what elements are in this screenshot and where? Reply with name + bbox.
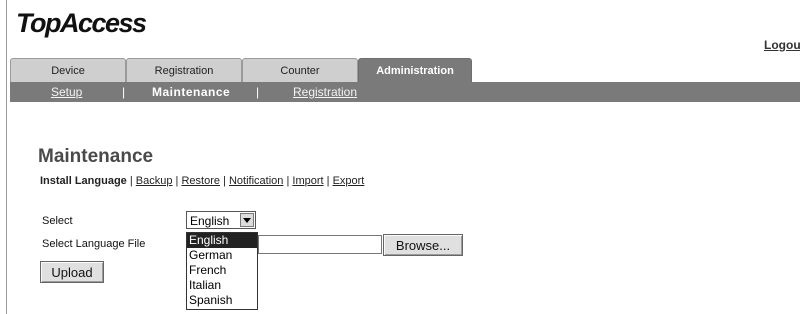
tab-administration[interactable]: Administration <box>358 58 472 82</box>
language-file-label: Select Language File <box>42 238 146 250</box>
topaccess-logo: TopAccess <box>16 8 147 38</box>
subnav-separator: | <box>256 85 260 99</box>
dropdown-option[interactable]: French <box>187 263 257 278</box>
tab-device[interactable]: Device <box>10 58 126 82</box>
dropdown-option[interactable]: Spanish <box>187 293 257 308</box>
page-border <box>6 0 7 314</box>
subnav-maintenance[interactable]: Maintenance <box>152 85 230 99</box>
browse-button[interactable]: Browse... <box>383 234 463 256</box>
subtab-separator: | <box>286 175 290 187</box>
maintenance-subtabs: Install Language | Backup | Restore | No… <box>40 175 364 187</box>
tab-counter[interactable]: Counter <box>242 58 358 82</box>
language-select-value: English <box>190 214 230 228</box>
language-file-input[interactable] <box>258 235 382 254</box>
subtab-import-link[interactable]: Import <box>292 175 323 187</box>
dropdown-option[interactable]: German <box>187 248 257 263</box>
subtab-separator: | <box>223 175 226 187</box>
select-label: Select <box>42 215 73 227</box>
upload-button[interactable]: Upload <box>40 261 104 283</box>
dropdown-option[interactable]: Italian <box>187 278 257 293</box>
tab-registration[interactable]: Registration <box>126 58 242 82</box>
main-tab-bar: Device Registration Counter Administrati… <box>10 58 800 82</box>
subtab-restore-link[interactable]: Restore <box>181 175 220 187</box>
subtab-backup-link[interactable]: Backup <box>136 175 173 187</box>
subtab-install-language[interactable]: Install Language <box>40 175 127 187</box>
subnav-separator: | <box>122 85 126 99</box>
dropdown-arrow-icon[interactable] <box>240 213 254 227</box>
page-title: Maintenance <box>38 146 154 167</box>
logout-link[interactable]: Logou <box>764 38 800 52</box>
sub-navigation-bar: Setup | Maintenance | Registration <box>10 82 800 102</box>
subtab-separator: | <box>326 175 330 187</box>
subtab-notification-link[interactable]: Notification <box>229 175 283 187</box>
subtab-separator: | <box>175 175 179 187</box>
dropdown-option[interactable]: English <box>187 233 257 248</box>
subnav-registration-link[interactable]: Registration <box>293 85 357 99</box>
language-select[interactable]: English <box>186 211 256 229</box>
subnav-setup-link[interactable]: Setup <box>51 85 82 99</box>
language-dropdown-list: English German French Italian Spanish <box>186 232 258 310</box>
subtab-separator: | <box>129 175 133 187</box>
subtab-export-link[interactable]: Export <box>333 175 365 187</box>
